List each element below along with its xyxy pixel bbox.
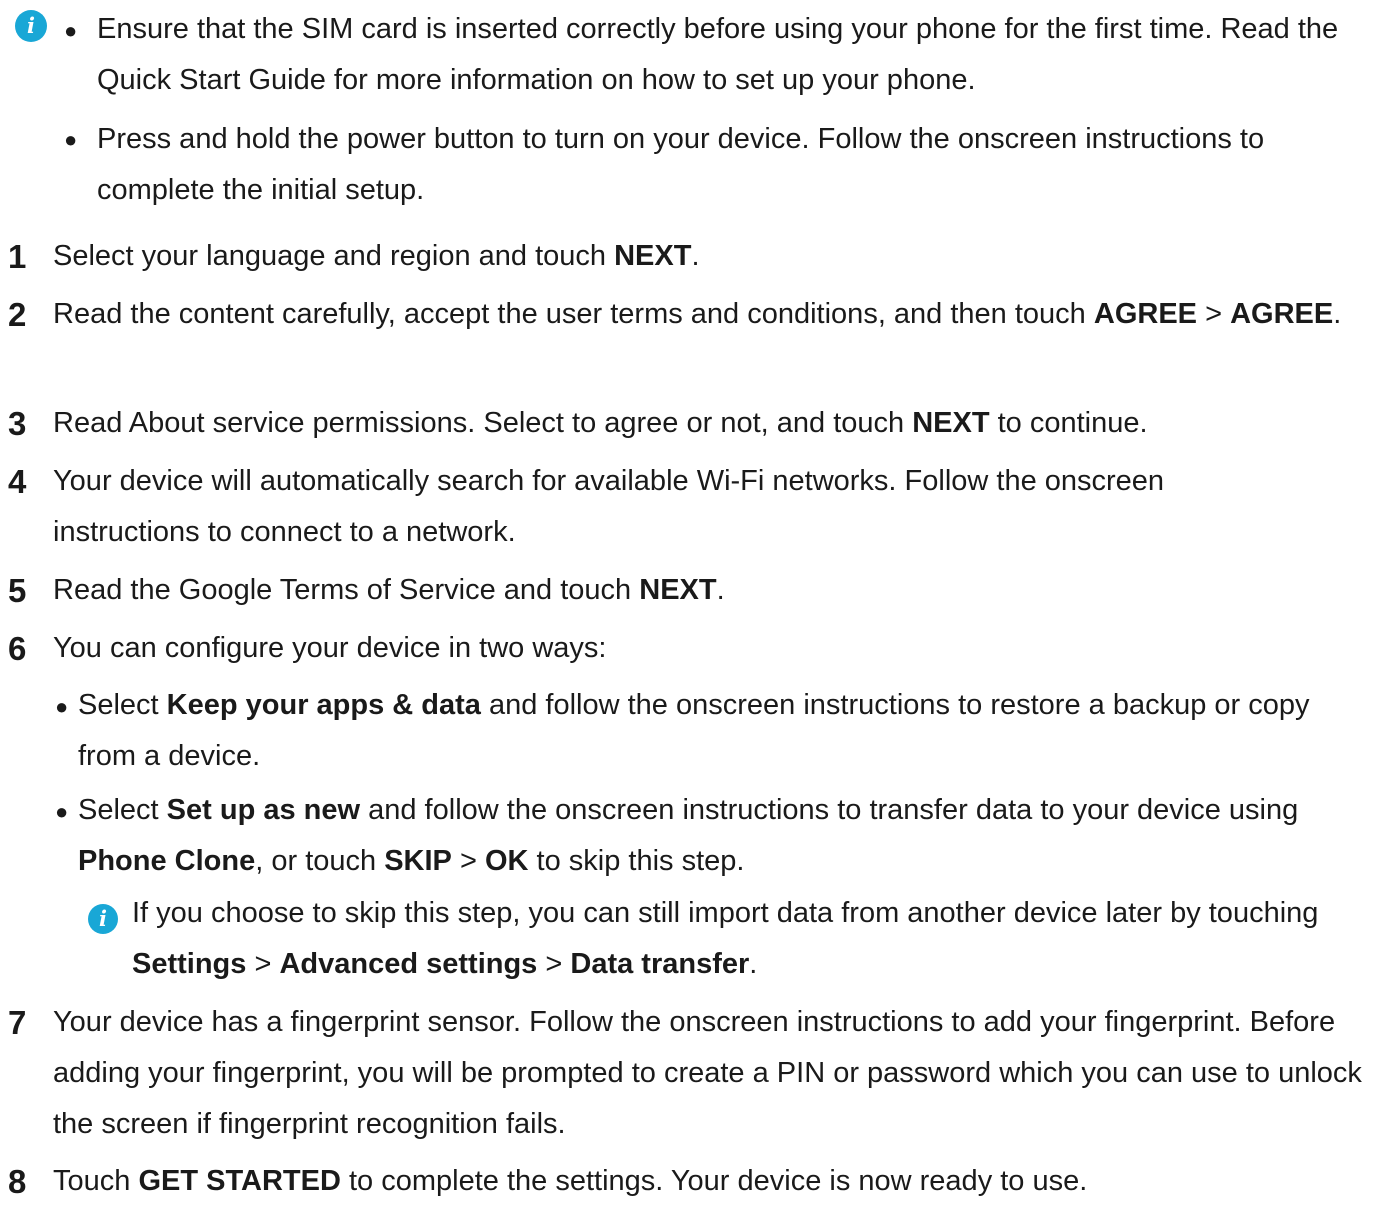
ui-term: NEXT [912, 407, 990, 439]
ui-term: Advanced settings [279, 948, 538, 980]
document-page: i ● Ensure that the SIM card is inserted… [0, 0, 1380, 1200]
step-text: Read the content carefully, accept the u… [53, 298, 1342, 330]
ui-term: NEXT [614, 240, 692, 272]
ui-term: AGREE [1093, 298, 1198, 330]
step-number: 1 [8, 238, 27, 275]
ui-term: Set up as new [166, 794, 361, 826]
step-text: Read About service permissions. Select t… [53, 407, 1148, 439]
ui-term: NEXT [639, 574, 717, 606]
ui-term: Phone Clone [78, 845, 256, 877]
step-text: Your device will automatically search fo… [53, 465, 1165, 548]
option-item: Select Set up as new and follow the onsc… [78, 794, 1299, 877]
step-number: 3 [8, 405, 27, 442]
ui-term: AGREE [1230, 298, 1334, 330]
step-number: 5 [8, 572, 27, 609]
step-text: You can configure your device in two way… [53, 632, 607, 664]
tip-text: If you choose to skip this step, you can… [132, 897, 1319, 980]
step-number: 7 [8, 1004, 27, 1041]
option-item: Select Keep your apps & data and follow … [78, 689, 1310, 772]
ui-term: Data transfer [570, 948, 750, 980]
step-text: Your device has a fingerprint sensor. Fo… [53, 1006, 1362, 1140]
ui-term: Keep your apps & data [166, 689, 481, 721]
info-icon: i [15, 10, 47, 42]
bullet-icon: ● [55, 799, 69, 824]
step-text: Touch GET STARTED to complete the settin… [53, 1165, 1088, 1197]
ui-term: SKIP [384, 845, 452, 877]
step-number: 2 [8, 296, 27, 333]
bullet-icon: ● [64, 18, 78, 43]
bullet-icon: ● [55, 694, 69, 719]
info-icon: i [88, 904, 118, 934]
note-item: Press and hold the power button to turn … [97, 123, 1265, 206]
step-number: 8 [8, 1163, 27, 1200]
ui-term: OK [484, 845, 529, 877]
step-text: Select your language and region and touc… [53, 240, 700, 272]
step-number: 4 [8, 463, 27, 500]
ui-term: GET STARTED [138, 1165, 341, 1197]
step-number: 6 [8, 630, 27, 667]
bullet-icon: ● [64, 127, 78, 152]
step-text: Read the Google Terms of Service and tou… [53, 574, 725, 606]
note-item: Ensure that the SIM card is inserted cor… [97, 13, 1339, 96]
ui-term: Settings [132, 948, 247, 980]
